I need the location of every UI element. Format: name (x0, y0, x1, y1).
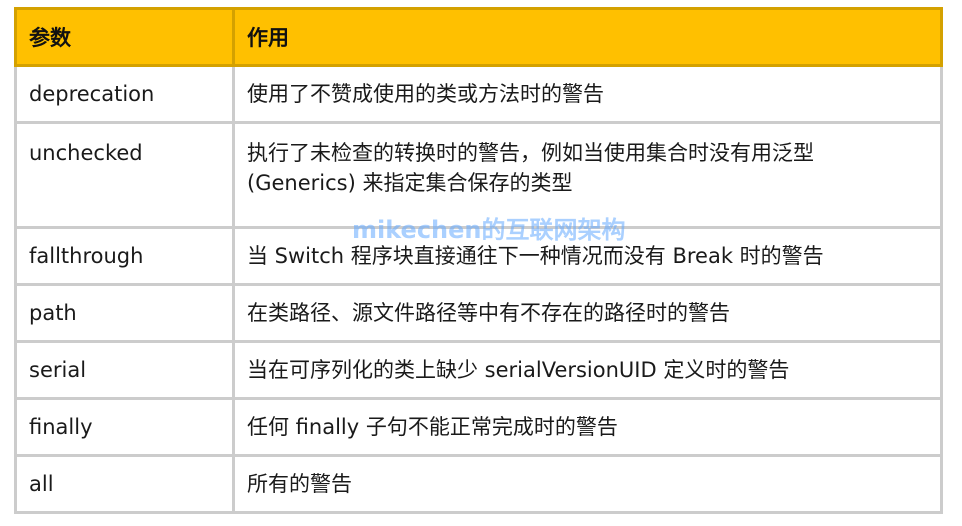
param-cell: all (14, 454, 235, 514)
param-cell: finally (14, 397, 235, 457)
header-row: 参数 作用 (14, 7, 943, 67)
description-cell: 执行了未检查的转换时的警告，例如当使用集合时没有用泛型 (Generics) 来… (232, 121, 943, 229)
param-cell: path (14, 283, 235, 343)
header-description: 作用 (232, 7, 943, 67)
warnings-table: 参数 作用 deprecation 使用了不赞成使用的类或方法时的警告 unch… (14, 7, 943, 514)
param-cell: deprecation (14, 64, 235, 124)
table-row: deprecation 使用了不赞成使用的类或方法时的警告 (14, 64, 943, 124)
description-cell: 所有的警告 (232, 454, 943, 514)
table-row: serial 当在可序列化的类上缺少 serialVersionUID 定义时的… (14, 340, 943, 400)
table-row: all 所有的警告 (14, 454, 943, 514)
description-cell: 使用了不赞成使用的类或方法时的警告 (232, 64, 943, 124)
param-cell: fallthrough (14, 226, 235, 286)
table-row: finally 任何 finally 子句不能正常完成时的警告 (14, 397, 943, 457)
description-cell: 在类路径、源文件路径等中有不存在的路径时的警告 (232, 283, 943, 343)
param-cell: serial (14, 340, 235, 400)
description-cell: 任何 finally 子句不能正常完成时的警告 (232, 397, 943, 457)
table-row: unchecked 执行了未检查的转换时的警告，例如当使用集合时没有用泛型 (G… (14, 121, 943, 229)
table-row: fallthrough 当 Switch 程序块直接通往下一种情况而没有 Bre… (14, 226, 943, 286)
param-cell: unchecked (14, 121, 235, 229)
table-row: path 在类路径、源文件路径等中有不存在的路径时的警告 (14, 283, 943, 343)
description-cell: 当在可序列化的类上缺少 serialVersionUID 定义时的警告 (232, 340, 943, 400)
description-cell: 当 Switch 程序块直接通往下一种情况而没有 Break 时的警告 (232, 226, 943, 286)
header-param: 参数 (14, 7, 235, 67)
